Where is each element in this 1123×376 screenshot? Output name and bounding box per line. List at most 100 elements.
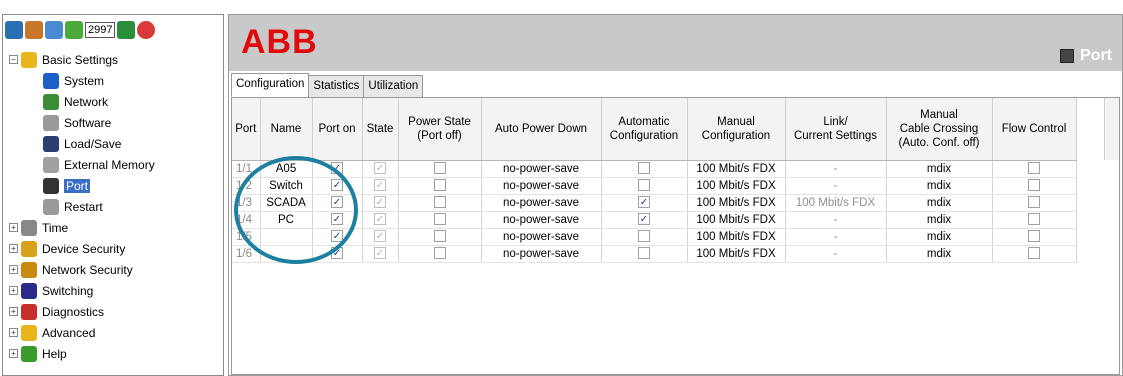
power-state-checkbox[interactable] — [433, 162, 446, 175]
cable-crossing-cell[interactable]: mdix — [886, 211, 993, 229]
tree-item-network-security[interactable]: + Network Security — [9, 259, 221, 280]
checkbox-cell[interactable] — [601, 160, 688, 178]
power-state-checkbox[interactable] — [433, 247, 446, 260]
name-cell[interactable]: A05 — [260, 160, 313, 178]
tree-item-diagnostics[interactable]: + Diagnostics — [9, 301, 221, 322]
checkbox-cell[interactable]: ✓ — [601, 194, 688, 212]
col-header-port[interactable]: Port — [232, 98, 261, 161]
col-header-auto-config[interactable]: Automatic Configuration — [601, 98, 688, 161]
manual-config-cell[interactable]: 100 Mbit/s FDX — [687, 228, 786, 246]
tree-item-basic-settings[interactable]: − Basic Settings — [9, 49, 221, 70]
checkbox-cell[interactable]: ✓ — [601, 211, 688, 229]
port-on-checkbox[interactable]: ✓ — [331, 213, 343, 226]
checkbox-cell[interactable]: ✓ — [312, 177, 363, 195]
tree-item-load-save[interactable]: Load/Save — [9, 133, 221, 154]
col-header-name[interactable]: Name — [260, 98, 313, 161]
manual-config-cell[interactable]: 100 Mbit/s FDX — [687, 160, 786, 178]
checkbox-cell[interactable] — [601, 245, 688, 263]
expand-toggle-icon[interactable]: + — [9, 223, 18, 232]
tree-item-device-security[interactable]: + Device Security — [9, 238, 221, 259]
cable-crossing-cell[interactable]: mdix — [886, 194, 993, 212]
users-icon[interactable] — [25, 21, 43, 39]
name-cell[interactable]: PC — [260, 211, 313, 229]
auto-config-checkbox[interactable]: ✓ — [638, 213, 650, 226]
manual-config-cell[interactable]: 100 Mbit/s FDX — [687, 245, 786, 263]
table-row[interactable]: 1/6 ✓ ✓ no-power-save 100 Mbit/s FDX - mdix — [232, 245, 1077, 263]
col-header-auto-power-down[interactable]: Auto Power Down — [481, 98, 602, 161]
port-cell[interactable]: 1/6 — [232, 245, 261, 263]
port-cell[interactable]: 1/5 — [232, 228, 261, 246]
checkbox-cell[interactable] — [398, 160, 482, 178]
table-row[interactable]: 1/4 PC ✓ ✓ no-power-save ✓ 100 Mbit/s FDX - mdix — [232, 211, 1077, 229]
link-cell[interactable]: - — [785, 245, 887, 263]
tree-item-software[interactable]: Software — [9, 112, 221, 133]
link-cell[interactable]: - — [785, 160, 887, 178]
col-header-power-state[interactable]: Power State (Port off) — [398, 98, 482, 161]
manual-config-cell[interactable]: 100 Mbit/s FDX — [687, 194, 786, 212]
checkbox-cell[interactable] — [992, 177, 1077, 195]
checkbox-cell[interactable]: ✓ — [312, 228, 363, 246]
checkbox-cell[interactable]: ✓ — [362, 194, 399, 212]
tree-item-external-memory[interactable]: External Memory — [9, 154, 221, 175]
col-header-flow-control[interactable]: Flow Control — [992, 98, 1077, 161]
power-state-checkbox[interactable] — [433, 179, 446, 192]
checkbox-cell[interactable] — [992, 228, 1077, 246]
tree-item-port[interactable]: Port — [9, 175, 221, 196]
cable-crossing-cell[interactable]: mdix — [886, 177, 993, 195]
checkbox-cell[interactable]: ✓ — [312, 160, 363, 178]
tree-item-advanced[interactable]: + Advanced — [9, 322, 221, 343]
checkbox-cell[interactable]: ✓ — [362, 211, 399, 229]
flow-control-checkbox[interactable] — [1028, 196, 1040, 209]
close-icon[interactable] — [137, 21, 156, 39]
table-row[interactable]: 1/2 Switch ✓ ✓ no-power-save 100 Mbit/s FDX - m… — [232, 177, 1077, 195]
checkbox-cell[interactable] — [601, 228, 688, 246]
auto-power-down-cell[interactable]: no-power-save — [481, 194, 602, 212]
name-cell[interactable] — [260, 228, 313, 246]
expand-toggle-icon[interactable]: + — [9, 265, 18, 274]
name-cell[interactable] — [260, 245, 313, 263]
col-header-state[interactable]: State — [362, 98, 399, 161]
port-on-checkbox[interactable]: ✓ — [331, 179, 343, 192]
col-header-cable-crossing[interactable]: Manual Cable Crossing (Auto. Conf. off) — [886, 98, 993, 161]
checkbox-cell[interactable] — [992, 211, 1077, 229]
flow-control-checkbox[interactable] — [1028, 179, 1040, 192]
port-cell[interactable]: 1/4 — [232, 211, 261, 229]
tree-item-restart[interactable]: Restart — [9, 196, 221, 217]
tree-item-switching[interactable]: + Switching — [9, 280, 221, 301]
flow-control-checkbox[interactable] — [1028, 213, 1040, 226]
flow-control-checkbox[interactable] — [1028, 247, 1040, 260]
auto-config-checkbox[interactable] — [638, 179, 650, 192]
tab-statistics[interactable]: Statistics — [308, 75, 365, 97]
save-icon[interactable] — [117, 21, 136, 39]
auto-power-down-cell[interactable]: no-power-save — [481, 160, 602, 178]
auto-config-checkbox[interactable] — [638, 162, 650, 175]
power-state-checkbox[interactable] — [433, 196, 446, 209]
tree-item-help[interactable]: + Help — [9, 343, 221, 364]
tab-configuration[interactable]: Configuration — [231, 73, 310, 97]
power-state-checkbox[interactable] — [433, 230, 446, 243]
search-icon[interactable] — [45, 21, 63, 39]
auto-power-down-cell[interactable]: no-power-save — [481, 245, 602, 263]
table-row[interactable]: 1/1 A05 ✓ ✓ no-power-save 100 Mbit/s FDX - mdix — [232, 160, 1077, 178]
home-icon[interactable] — [5, 21, 23, 39]
expand-toggle-icon[interactable]: + — [9, 244, 18, 253]
port-on-checkbox[interactable]: ✓ — [331, 230, 343, 243]
checkbox-cell[interactable]: ✓ — [312, 245, 363, 263]
checkbox-cell[interactable] — [398, 211, 482, 229]
auto-power-down-cell[interactable]: no-power-save — [481, 211, 602, 229]
table-row[interactable]: 1/3 SCADA ✓ ✓ no-power-save ✓ 100 Mbit/s FDX 10… — [232, 194, 1077, 212]
manual-config-cell[interactable]: 100 Mbit/s FDX — [687, 177, 786, 195]
port-on-checkbox[interactable]: ✓ — [331, 196, 343, 209]
link-cell[interactable]: 100 Mbit/s FDX — [785, 194, 887, 212]
cable-crossing-cell[interactable]: mdix — [886, 245, 993, 263]
col-header-manual-config[interactable]: Manual Configuration — [687, 98, 786, 161]
checkbox-cell[interactable]: ✓ — [362, 245, 399, 263]
tab-utilization[interactable]: Utilization — [363, 75, 424, 97]
expand-toggle-icon[interactable]: + — [9, 328, 18, 337]
power-state-checkbox[interactable] — [433, 213, 446, 226]
checkbox-cell[interactable]: ✓ — [362, 160, 399, 178]
checkbox-cell[interactable]: ✓ — [312, 194, 363, 212]
checkbox-cell[interactable] — [398, 177, 482, 195]
checkbox-cell[interactable] — [992, 160, 1077, 178]
port-cell[interactable]: 1/1 — [232, 160, 261, 178]
